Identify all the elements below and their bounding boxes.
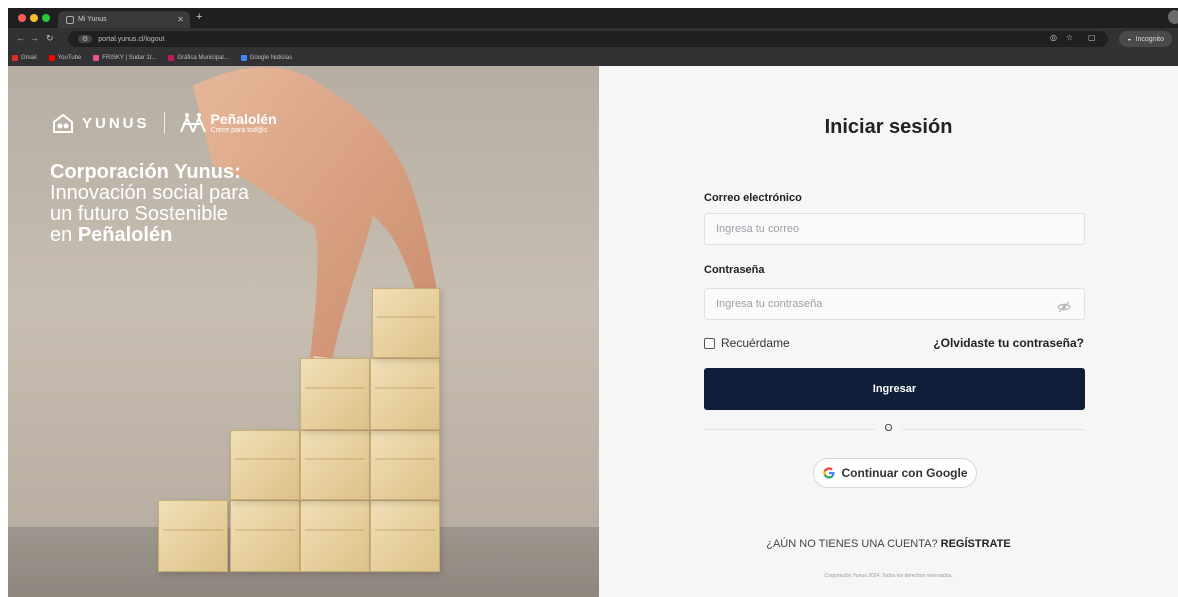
- hero-title-strong: Corporación Yunus:: [50, 161, 241, 183]
- yunus-logo-text: YUNUS: [82, 114, 150, 132]
- login-button[interactable]: Ingresar: [704, 368, 1085, 410]
- forgot-password-link[interactable]: ¿Olvidaste tu contraseña?: [933, 336, 1084, 350]
- bookmark-label: Gmail: [21, 55, 37, 61]
- hero-title-line: un futuro Sostenible: [50, 203, 228, 225]
- google-news-icon: [240, 55, 247, 61]
- bookmarks-bar: Gmail YouTube FRISKY | Sudar 1t... Gráfi…: [8, 50, 1178, 66]
- gmail-icon: [12, 55, 18, 61]
- sidepanel-icon[interactable]: ▢: [1088, 33, 1096, 42]
- maximize-window-button[interactable]: [42, 14, 50, 22]
- divider-label: O: [874, 423, 903, 434]
- bookmark-google-news[interactable]: Google Noticias: [240, 55, 293, 61]
- signup-prompt: ¿AÚN NO TIENES UNA CUENTA? REGÍSTRATE: [599, 538, 1178, 550]
- email-label: Correo electrónico: [704, 192, 802, 204]
- incognito-badge[interactable]: ◒ Incognito: [1119, 31, 1172, 47]
- incognito-label: Incognito: [1135, 35, 1164, 43]
- penalolen-tagline: Crece para tod@s: [210, 127, 268, 134]
- penalolen-logo-icon: [179, 113, 206, 133]
- eye-off-icon[interactable]: [1057, 301, 1071, 313]
- google-button-label: Continuar con Google: [841, 466, 968, 480]
- back-icon[interactable]: ←: [16, 33, 25, 43]
- hero-title-bold: Peñalolén: [77, 224, 173, 246]
- yunus-logo-icon: [53, 113, 73, 133]
- new-tab-icon[interactable]: +: [196, 11, 202, 23]
- google-icon: [822, 467, 834, 479]
- hero-logos: YUNUS Peñalolén Crece para tod@s: [52, 112, 277, 134]
- wood-block: [300, 500, 370, 572]
- remember-label: Recuérdame: [721, 336, 790, 350]
- wood-block: [370, 500, 440, 572]
- wood-block: [230, 430, 300, 500]
- bookmark-youtube[interactable]: YouTube: [48, 55, 82, 61]
- hero-image: YUNUS Peñalolén Crece para tod@s Corpora…: [8, 66, 599, 597]
- hero-title-line: en Peñalolén: [50, 225, 249, 246]
- browser-tab[interactable]: Mi Yunus ✕: [58, 11, 190, 28]
- footer-copyright: Corporación Yunus 2024. Todos los derech…: [824, 573, 953, 579]
- close-tab-icon[interactable]: ✕: [177, 15, 184, 24]
- password-label: Contraseña: [704, 264, 765, 276]
- password-field[interactable]: [704, 288, 1085, 320]
- signup-text: ¿AÚN NO TIENES UNA CUENTA?: [766, 538, 941, 550]
- wood-block: [300, 430, 370, 500]
- bookmark-gmail[interactable]: Gmail: [12, 55, 37, 61]
- wood-block: [230, 500, 300, 572]
- site-info-icon[interactable]: ⚙: [78, 35, 93, 43]
- divider: O: [599, 423, 1178, 434]
- tab-title: Mi Yunus: [78, 16, 107, 23]
- signup-link[interactable]: REGÍSTRATE: [941, 538, 1011, 550]
- hero-title-line: Innovación social para: [50, 182, 250, 204]
- tab-favicon-icon: [66, 15, 74, 24]
- frisky-icon: [93, 55, 100, 61]
- bookmark-label: FRISKY | Sudar 1t...: [102, 55, 157, 61]
- remember-me[interactable]: Recuérdame: [704, 336, 790, 350]
- google-signin-button[interactable]: Continuar con Google: [813, 458, 977, 488]
- bookmark-label: Gráfica Municipal...: [177, 55, 229, 61]
- hero-headline: Corporación Yunus: Innovación social par…: [50, 162, 249, 246]
- remember-checkbox[interactable]: [704, 337, 715, 349]
- penalolen-name: Peñalolén: [210, 111, 277, 127]
- bookmark-label: Google Noticias: [249, 55, 293, 61]
- wood-block: [158, 500, 228, 572]
- email-field[interactable]: [704, 213, 1085, 245]
- bookmark-frisky[interactable]: FRISKY | Sudar 1t...: [93, 55, 156, 61]
- bookmark-grafica[interactable]: Gráfica Municipal...: [168, 55, 229, 61]
- bookmark-label: YouTube: [57, 55, 82, 61]
- window-menu-icon[interactable]: [1168, 10, 1178, 24]
- tab-bar: Mi Yunus ✕ +: [8, 8, 1178, 28]
- reload-icon[interactable]: ↻: [46, 33, 54, 44]
- minimize-window-button[interactable]: [30, 14, 38, 22]
- close-window-button[interactable]: [18, 14, 26, 22]
- wood-block: [370, 358, 440, 430]
- wood-block: [300, 358, 370, 430]
- wood-block: [372, 288, 440, 358]
- forward-icon[interactable]: →: [30, 33, 39, 43]
- wood-block: [370, 430, 440, 500]
- hero-title-prefix: en: [50, 224, 78, 246]
- youtube-icon: [48, 55, 55, 61]
- incognito-icon: ◒: [1127, 35, 1132, 43]
- browser-chrome: Mi Yunus ✕ + ← → ↻ ⚙ portal.yunus.cl/log…: [8, 8, 1178, 66]
- page-title: Iniciar sesión: [824, 116, 953, 138]
- penalolen-logo-text: Peñalolén Crece para tod@s: [211, 112, 277, 134]
- address-bar-url: portal.yunus.cl/logout: [98, 35, 165, 43]
- login-panel: Iniciar sesión Correo electrónico Contra…: [599, 66, 1178, 597]
- eye-off-icon[interactable]: ◎: [1050, 33, 1057, 42]
- bookmark-star-icon[interactable]: ☆: [1066, 33, 1073, 42]
- address-bar[interactable]: ⚙ portal.yunus.cl/logout: [68, 31, 1108, 47]
- browser-toolbar: ← → ↻ ⚙ portal.yunus.cl/logout ◎ ☆ ▢ ◒ I…: [8, 28, 1178, 50]
- logo-separator: [163, 112, 165, 134]
- grafica-icon: [168, 55, 175, 61]
